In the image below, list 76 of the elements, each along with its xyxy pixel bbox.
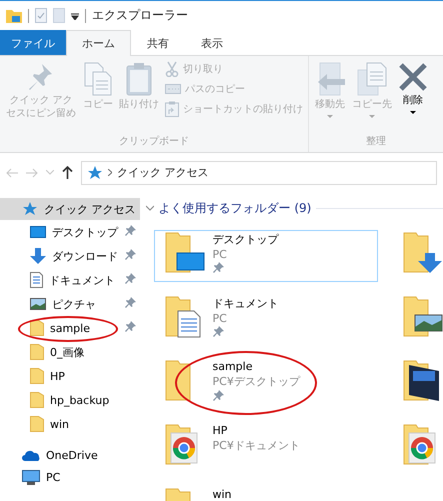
copy-pages-icon	[357, 62, 387, 96]
nav-item[interactable]: sample	[0, 316, 140, 340]
document-icon	[30, 272, 43, 288]
folder-icon	[164, 359, 190, 401]
pin-icon	[124, 225, 136, 236]
section-header[interactable]: よく使用するフォルダー (9)	[146, 198, 443, 218]
folder-icon	[30, 368, 44, 384]
address-bar[interactable]: クイック アクセス	[81, 160, 437, 184]
pin-icon	[212, 262, 224, 273]
address-path: クイック アクセス	[117, 165, 208, 180]
down-arrow-icon	[30, 248, 46, 264]
folder-icon[interactable]	[6, 8, 22, 22]
folder-tile[interactable]: HP PC¥ドキュメント	[154, 422, 378, 474]
pin-icon	[124, 321, 136, 332]
nav-item[interactable]: hp_backup	[0, 388, 140, 412]
nav-item[interactable]: HP	[0, 364, 140, 388]
clipboard-icon	[126, 62, 152, 96]
group-label: クリップボード	[118, 134, 190, 149]
nav-item[interactable]: ピクチャ	[0, 292, 140, 316]
folder-with-monitor-icon	[164, 231, 204, 275]
up-arrow-icon[interactable]	[62, 166, 73, 179]
star-icon	[87, 164, 103, 180]
pin-icon	[124, 273, 136, 284]
ribbon-tab[interactable]: ファイル	[0, 30, 66, 55]
folder-with-arrow-icon	[402, 231, 442, 275]
computer-icon	[22, 470, 40, 484]
nav-item[interactable]: ダウンロード	[0, 244, 140, 268]
pin-icon	[212, 326, 224, 337]
x-delete-icon	[398, 62, 428, 92]
scissors-icon	[165, 61, 179, 77]
pin-icon	[28, 62, 54, 92]
ribbon-tab[interactable]: 表示	[185, 30, 239, 55]
checked-page-icon[interactable]	[35, 8, 47, 23]
nav-item[interactable]: 0_画像	[0, 340, 140, 364]
folder-icon	[30, 344, 44, 360]
folder-name: ドキュメント	[212, 296, 278, 311]
folder-icon	[30, 392, 44, 408]
ribbon-button[interactable]: 削除	[396, 60, 430, 116]
ribbon-tab[interactable]: 共有	[131, 30, 185, 55]
nav-item[interactable]: win	[0, 412, 140, 436]
pin-icon	[124, 297, 136, 308]
folder-name: win	[212, 488, 232, 501]
star-icon	[22, 201, 38, 217]
chevron-right-icon	[108, 169, 112, 176]
path-label-icon	[165, 84, 181, 94]
nav-item[interactable]: ドキュメント	[0, 268, 140, 292]
monitor-icon	[30, 226, 46, 238]
folder-location: PC¥デスクトップ	[212, 374, 300, 389]
landscape-picture-icon	[30, 298, 46, 310]
pin-icon	[124, 249, 136, 260]
folder-tile[interactable]: win	[154, 486, 378, 501]
folder-with-landscape-icon	[402, 295, 442, 339]
folder-tile[interactable]: デスクトップ PC	[154, 230, 378, 282]
cloud-icon	[22, 450, 40, 460]
folder-icon	[30, 416, 44, 432]
folder-name: デスクトップ	[212, 232, 278, 247]
folder-location: PC	[212, 248, 228, 261]
folder-tile[interactable]: sample PC¥デスクトップ	[154, 358, 378, 410]
group-label: 整理	[365, 135, 387, 149]
copy-pages-icon	[84, 62, 112, 96]
folder-location: PC¥ドキュメント	[212, 438, 300, 453]
folder-tile[interactable]: ドキュメント PC	[154, 294, 378, 346]
ribbon-tab[interactable]: ホーム	[66, 30, 131, 56]
folder-name: sample	[212, 360, 254, 373]
dropdown-icon[interactable]	[71, 12, 79, 20]
window-title: エクスプローラー	[92, 7, 188, 24]
shortcut-clipboard-icon	[165, 101, 179, 117]
nav-item[interactable]: デスクトップ	[0, 220, 140, 244]
nav-item[interactable]: クイック アクセス	[0, 198, 140, 220]
chevron-icon	[146, 204, 154, 212]
folder-name: HP	[212, 424, 228, 437]
pin-icon	[212, 390, 224, 401]
nav-item[interactable]: PC	[0, 466, 140, 488]
folder-location: PC	[212, 312, 228, 325]
folder-icon	[30, 320, 44, 336]
nav-item[interactable]: OneDrive	[0, 444, 140, 466]
